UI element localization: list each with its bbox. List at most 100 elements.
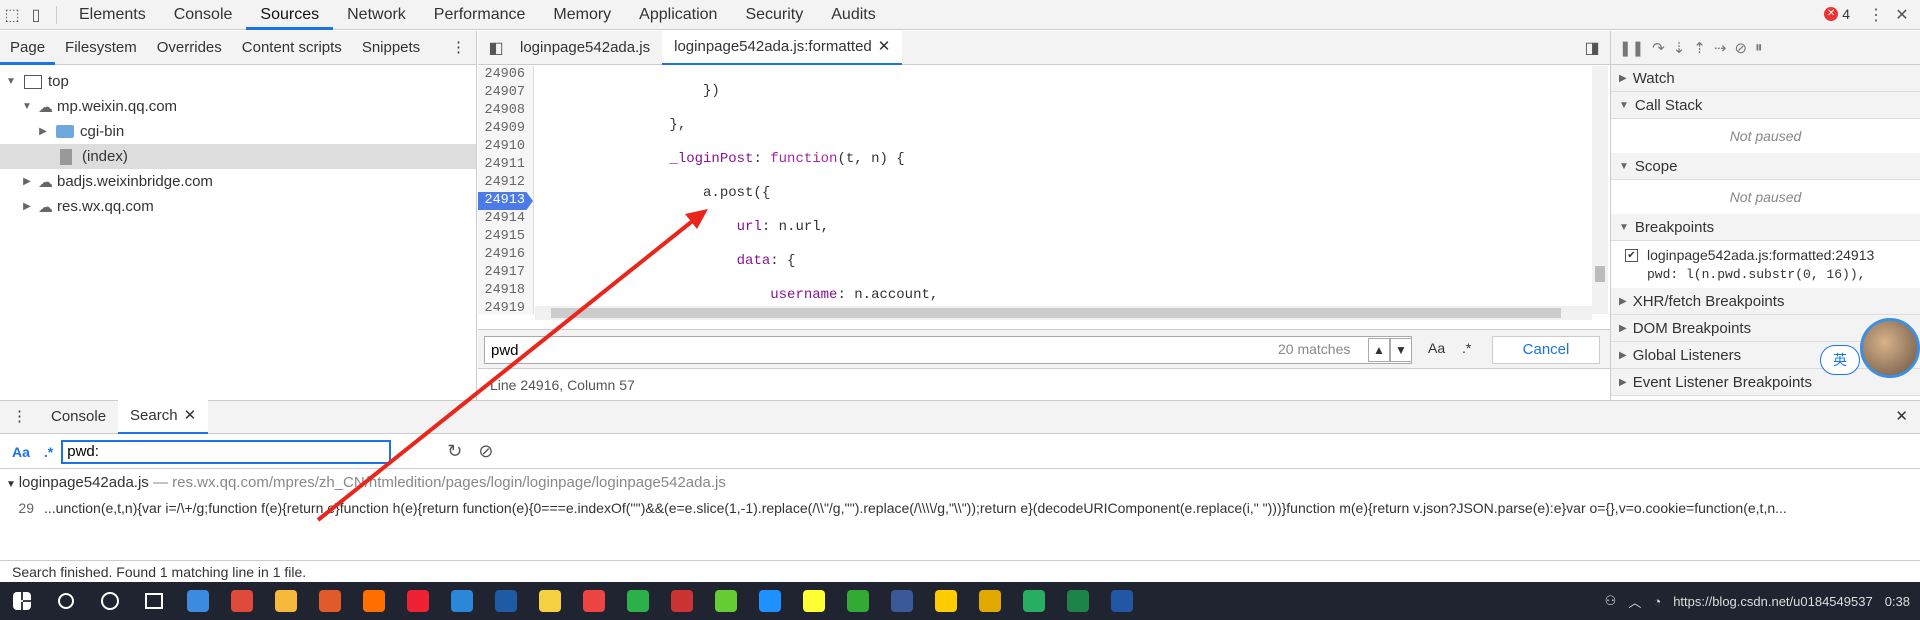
breakpoint-entry[interactable]: ✔ loginpage542ada.js:formatted:24913: [1611, 241, 1920, 267]
tree-item-domain[interactable]: ▶ ☁ badjs.weixinbridge.com: [0, 169, 476, 194]
taskbar-app-icon[interactable]: [616, 582, 660, 620]
section-call-stack[interactable]: ▼ Call Stack: [1611, 92, 1920, 119]
nav-tab-page[interactable]: Page: [0, 31, 56, 65]
file-tab-active[interactable]: loginpage542ada.js:formatted ✕: [662, 30, 903, 65]
tab-performance[interactable]: Performance: [420, 0, 540, 30]
cancel-button[interactable]: Cancel: [1492, 336, 1600, 364]
nav-tab-overrides[interactable]: Overrides: [147, 31, 232, 65]
avatar[interactable]: [1860, 318, 1920, 378]
tree-item-domain[interactable]: ▶ ☁ res.wx.qq.com: [0, 194, 476, 219]
line-number[interactable]: 24911: [478, 156, 533, 174]
breakpoint-marker[interactable]: 24913: [478, 192, 533, 210]
step-out-icon[interactable]: ⇡: [1693, 39, 1706, 57]
pause-on-exceptions-icon[interactable]: ⏸: [1755, 39, 1763, 56]
match-case-toggle[interactable]: Aa: [1428, 340, 1445, 356]
close-tab-icon[interactable]: ✕: [878, 30, 891, 64]
drawer-tab-console[interactable]: Console: [39, 400, 118, 434]
task-view-icon[interactable]: [132, 582, 176, 620]
line-number[interactable]: 24915: [478, 228, 533, 246]
line-number[interactable]: 24912: [478, 174, 533, 192]
line-number[interactable]: 24918: [478, 282, 533, 300]
tray-expand-icon[interactable]: ︿: [1628, 592, 1641, 611]
taskbar-app-icon[interactable]: [660, 582, 704, 620]
taskbar-app-icon[interactable]: [396, 582, 440, 620]
taskbar-app-icon[interactable]: [792, 582, 836, 620]
line-number[interactable]: 24908: [478, 102, 533, 120]
error-counter[interactable]: ✕ 4: [1824, 6, 1850, 22]
regex-toggle[interactable]: .*: [44, 444, 53, 460]
taskbar-app-icon[interactable]: [308, 582, 352, 620]
file-tab[interactable]: loginpage542ada.js: [508, 31, 662, 65]
taskbar-app-icon[interactable]: [352, 582, 396, 620]
line-number[interactable]: 24909: [478, 120, 533, 138]
tab-network[interactable]: Network: [333, 0, 420, 30]
step-into-icon[interactable]: ⇣: [1673, 39, 1686, 57]
drawer-tab-search[interactable]: Search ✕: [118, 399, 209, 434]
close-devtools-icon[interactable]: ✕: [1890, 0, 1914, 30]
pause-icon[interactable]: ❚❚: [1619, 39, 1644, 57]
toggle-navigator-icon[interactable]: ◧: [484, 33, 508, 63]
taskbar-app-icon[interactable]: [748, 582, 792, 620]
clear-icon[interactable]: ⊘: [478, 441, 493, 462]
tab-memory[interactable]: Memory: [539, 0, 625, 30]
more-options-icon[interactable]: ⋮: [1864, 0, 1888, 30]
result-line[interactable]: 29 ...unction(e,t,n){var i=/\+/g;function…: [0, 496, 1920, 520]
taskbar-app-icon[interactable]: [704, 582, 748, 620]
search-icon[interactable]: [44, 582, 88, 620]
close-drawer-icon[interactable]: ✕: [1883, 400, 1920, 434]
toggle-debugger-icon[interactable]: ◨: [1580, 33, 1604, 63]
taskbar-app-icon[interactable]: [440, 582, 484, 620]
taskbar-app-icon[interactable]: [176, 582, 220, 620]
tree-item-folder[interactable]: ▶ cgi-bin: [0, 119, 476, 144]
nav-tab-content-scripts[interactable]: Content scripts: [232, 31, 352, 65]
start-icon[interactable]: [0, 582, 44, 620]
line-number[interactable]: 24917: [478, 264, 533, 282]
refresh-icon[interactable]: ↻: [447, 441, 462, 462]
taskbar-app-icon[interactable]: [924, 582, 968, 620]
line-number[interactable]: 24907: [478, 84, 533, 102]
tree-item-domain[interactable]: ▼ ☁ mp.weixin.qq.com: [0, 94, 476, 119]
line-number[interactable]: 24910: [478, 138, 533, 156]
section-scope[interactable]: ▼ Scope: [1611, 153, 1920, 180]
taskbar-app-icon[interactable]: [1012, 582, 1056, 620]
line-number[interactable]: 24916: [478, 246, 533, 264]
tab-application[interactable]: Application: [625, 0, 731, 30]
line-number[interactable]: 24919: [478, 300, 533, 318]
line-number[interactable]: 24914: [478, 210, 533, 228]
editor-vertical-scrollbar[interactable]: [1592, 66, 1608, 314]
nav-tab-filesystem[interactable]: Filesystem: [55, 31, 147, 65]
taskbar-app-icon[interactable]: [836, 582, 880, 620]
nav-tab-snippets[interactable]: Snippets: [352, 31, 430, 65]
tab-audits[interactable]: Audits: [817, 0, 889, 30]
taskbar-app-icon[interactable]: [484, 582, 528, 620]
close-tab-icon[interactable]: ✕: [184, 399, 197, 433]
tree-item-index[interactable]: (index): [0, 144, 476, 169]
taskbar-app-icon[interactable]: [1100, 582, 1144, 620]
tab-elements[interactable]: Elements: [65, 0, 160, 30]
taskbar-app-icon[interactable]: [572, 582, 616, 620]
previous-match-button[interactable]: ▲: [1368, 338, 1390, 362]
section-watch[interactable]: ▶ Watch: [1611, 65, 1920, 92]
section-xhr-breakpoints[interactable]: ▶ XHR/fetch Breakpoints: [1611, 288, 1920, 315]
taskbar-app-icon[interactable]: [220, 582, 264, 620]
search-input[interactable]: [61, 439, 392, 464]
find-input[interactable]: [484, 336, 1412, 364]
tab-sources[interactable]: Sources: [246, 0, 334, 30]
taskbar-app-icon[interactable]: [528, 582, 572, 620]
cortana-icon[interactable]: [88, 582, 132, 620]
step-icon[interactable]: ⇢: [1714, 39, 1727, 57]
next-match-button[interactable]: ▼: [1390, 338, 1412, 362]
section-breakpoints[interactable]: ▼ Breakpoints: [1611, 214, 1920, 241]
deactivate-breakpoints-icon[interactable]: ⊘: [1734, 39, 1747, 57]
clock[interactable]: 0:38: [1885, 594, 1910, 609]
editor-horizontal-scrollbar[interactable]: [535, 306, 1592, 320]
more-tabs-icon[interactable]: ⋮: [441, 31, 476, 65]
breakpoint-checkbox[interactable]: ✔: [1625, 249, 1638, 262]
tab-security[interactable]: Security: [731, 0, 817, 30]
tab-console[interactable]: Console: [160, 0, 247, 30]
tree-item-top[interactable]: ▼ top: [0, 69, 476, 94]
regex-toggle[interactable]: .*: [1462, 340, 1471, 356]
drawer-menu-icon[interactable]: ⋮: [0, 400, 39, 434]
line-number[interactable]: 24906: [478, 66, 533, 84]
taskbar-app-icon[interactable]: [264, 582, 308, 620]
